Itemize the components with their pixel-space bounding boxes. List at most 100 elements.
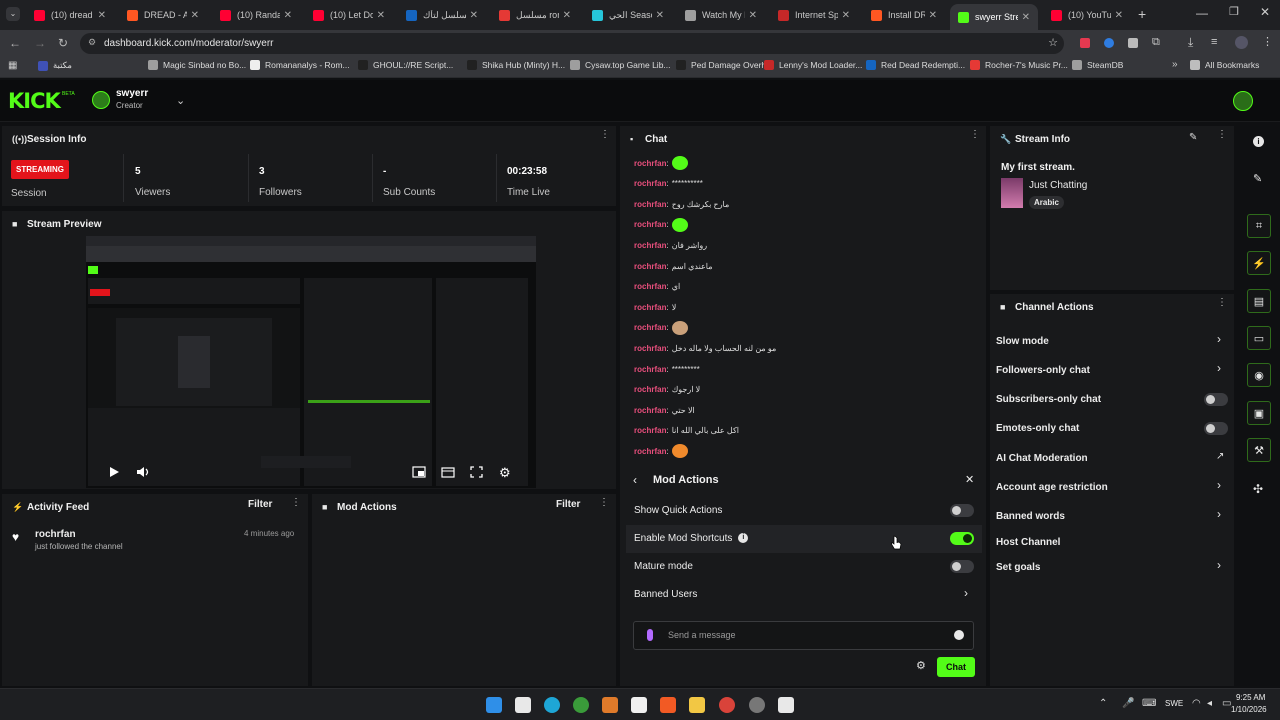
channel-action-row[interactable]: Followers-only chat bbox=[996, 360, 1090, 380]
wifi-icon[interactable]: ◠ bbox=[1192, 698, 1201, 709]
activity-filter-button[interactable]: Filter bbox=[248, 499, 272, 510]
chat-settings-icon[interactable]: ⚙ bbox=[916, 659, 926, 672]
chevron-down-icon[interactable]: ⌄ bbox=[176, 94, 185, 107]
chat-message[interactable]: rochrfan: ********* bbox=[634, 362, 700, 376]
chat-username[interactable]: rochrfan bbox=[634, 303, 666, 312]
microphone-tray-icon[interactable]: 🎤 bbox=[1122, 698, 1134, 709]
show-quick-actions-row[interactable]: Show Quick Actions bbox=[626, 496, 982, 524]
channel-action-toggle[interactable] bbox=[1204, 422, 1228, 435]
mature-mode-row[interactable]: Mature mode bbox=[626, 552, 982, 580]
chat-username[interactable]: rochrfan bbox=[634, 220, 666, 229]
taskbar-app-icon[interactable] bbox=[515, 697, 531, 713]
reload-icon[interactable]: ↻ bbox=[58, 36, 68, 50]
browser-tab[interactable]: Internet Spe ✕ bbox=[770, 4, 858, 26]
chat-input[interactable]: Send a message bbox=[633, 621, 974, 650]
chevron-right-icon[interactable]: › bbox=[1217, 558, 1221, 572]
stream-info-menu-icon[interactable]: ⋮ bbox=[1217, 130, 1227, 140]
chat-username[interactable]: rochrfan bbox=[634, 447, 666, 456]
theater-mode-icon[interactable] bbox=[441, 466, 455, 478]
info-icon[interactable]: i bbox=[1253, 136, 1264, 147]
all-bookmarks[interactable]: All Bookmarks bbox=[1190, 60, 1259, 70]
browser-tab[interactable]: (10) YouTube ✕ bbox=[1043, 4, 1131, 26]
windows-start-icon[interactable] bbox=[486, 697, 502, 713]
activity-user[interactable]: rochrfan bbox=[35, 529, 76, 540]
window-minimize-button[interactable]: — bbox=[1196, 6, 1208, 20]
xbox-icon[interactable] bbox=[573, 697, 589, 713]
channel-action-row[interactable]: Banned words bbox=[996, 506, 1065, 526]
clock-time[interactable]: 9:25 AM bbox=[1236, 693, 1265, 702]
session-info-menu-icon[interactable]: ⋮ bbox=[600, 130, 610, 140]
chat-username[interactable]: rochrfan bbox=[634, 200, 666, 209]
tab-media-icon[interactable]: ≡ bbox=[1211, 36, 1217, 48]
keyboard-icon[interactable]: ⌨ bbox=[1142, 698, 1156, 709]
info-icon[interactable]: i bbox=[738, 533, 749, 543]
bookmark-item[interactable]: Rocher-7's Music Pr... bbox=[970, 60, 1068, 70]
bookmark-item[interactable]: Romananalys - Rom... bbox=[250, 60, 350, 70]
chat-message[interactable]: rochrfan: مارح بكرشك روح bbox=[634, 197, 729, 211]
bookmark-item[interactable]: GHOUL://RE Script... bbox=[358, 60, 453, 70]
category-thumbnail[interactable] bbox=[1001, 178, 1023, 208]
quick-action-document-icon[interactable]: ▤ bbox=[1247, 289, 1271, 313]
chevron-right-icon[interactable]: › bbox=[1217, 332, 1221, 346]
quick-action-chat-icon[interactable]: ▭ bbox=[1247, 326, 1271, 350]
tab-close-icon[interactable]: ✕ bbox=[842, 10, 850, 21]
channel-name[interactable]: swyerr bbox=[116, 88, 148, 99]
channel-action-row[interactable]: Subscribers-only chat bbox=[996, 389, 1101, 409]
chat-username[interactable]: rochrfan bbox=[634, 282, 666, 291]
bookmark-item[interactable]: Red Dead Redempti... bbox=[866, 60, 965, 70]
category-name[interactable]: Just Chatting bbox=[1029, 180, 1087, 191]
bookmark-star-icon[interactable]: ☆ bbox=[1048, 36, 1058, 49]
browser-tab[interactable]: مسلسل لتأك ✕ bbox=[398, 4, 486, 26]
chat-message[interactable]: rochrfan: رواشر فان bbox=[634, 238, 707, 252]
extension-icon[interactable] bbox=[1104, 38, 1114, 48]
chat-message[interactable]: rochrfan: ********** bbox=[634, 177, 703, 191]
back-chevron-icon[interactable]: ‹ bbox=[633, 473, 637, 487]
chat-message[interactable]: rochrfan: اي bbox=[634, 280, 680, 294]
quick-action-broadcast-icon[interactable]: ◉ bbox=[1247, 363, 1271, 387]
chat-message[interactable]: rochrfan: الا حتي bbox=[634, 403, 695, 417]
chat-username[interactable]: rochrfan bbox=[634, 241, 666, 250]
edge-icon[interactable] bbox=[544, 697, 560, 713]
pip-icon[interactable] bbox=[412, 466, 426, 478]
extension-icon[interactable] bbox=[1128, 38, 1138, 48]
chat-username[interactable]: rochrfan bbox=[634, 426, 666, 435]
video-player[interactable]: ⚙ bbox=[86, 236, 536, 488]
tab-close-icon[interactable]: ✕ bbox=[98, 10, 106, 21]
url-field[interactable]: ⚙ dashboard.kick.com/moderator/swyerr ☆ bbox=[80, 33, 1064, 54]
tab-close-icon[interactable]: ✕ bbox=[563, 10, 571, 21]
channel-action-row[interactable]: Slow mode bbox=[996, 331, 1049, 351]
new-tab-button[interactable]: + bbox=[1138, 6, 1146, 22]
chat-message[interactable]: rochrfan: bbox=[634, 156, 688, 170]
chat-message[interactable]: rochrfan: مو من لنه الحساب ولا ماله دخل bbox=[634, 341, 776, 355]
chat-message[interactable]: rochrfan: bbox=[634, 320, 688, 335]
enable-mod-shortcuts-row[interactable]: Enable Mod Shortcuts i bbox=[626, 524, 982, 552]
tab-search-button[interactable]: ⌄ bbox=[6, 7, 20, 21]
browser-tab[interactable]: swyerr Strea ✕ bbox=[950, 4, 1038, 30]
customize-layout-icon[interactable]: ✣ bbox=[1253, 482, 1263, 496]
profile-avatar[interactable] bbox=[1235, 36, 1248, 49]
play-icon[interactable] bbox=[108, 466, 120, 478]
close-icon[interactable]: ✕ bbox=[965, 473, 974, 486]
external-link-icon[interactable]: ↗ bbox=[1216, 451, 1224, 462]
chat-message[interactable]: rochrfan: اكل على بالي الله انا bbox=[634, 424, 739, 438]
mod-actions-menu-icon[interactable]: ⋮ bbox=[599, 498, 609, 508]
bookmark-item[interactable]: Shika Hub (Minty) H... bbox=[467, 60, 565, 70]
quick-action-scan-icon[interactable]: ⌗ bbox=[1247, 214, 1271, 238]
edit-pencil-icon[interactable]: ✎ bbox=[1253, 172, 1262, 185]
browser-menu-icon[interactable]: ⋮ bbox=[1262, 35, 1273, 48]
tray-chevron-icon[interactable]: ⌃ bbox=[1099, 698, 1107, 709]
bookmark-item[interactable]: SteamDB bbox=[1072, 60, 1123, 70]
channel-action-row[interactable]: Host Channel bbox=[996, 532, 1060, 552]
enable-mod-shortcuts-toggle[interactable] bbox=[950, 532, 974, 545]
chat-username[interactable]: rochrfan bbox=[634, 323, 666, 332]
tab-close-icon[interactable]: ✕ bbox=[749, 10, 757, 21]
tab-close-icon[interactable]: ✕ bbox=[656, 10, 664, 21]
chat-username[interactable]: rochrfan bbox=[634, 179, 666, 188]
window-close-button[interactable]: ✕ bbox=[1260, 5, 1270, 19]
channel-action-row[interactable]: AI Chat Moderation bbox=[996, 448, 1088, 468]
file-explorer-icon[interactable] bbox=[689, 697, 705, 713]
quick-action-mod-icon[interactable]: ▣ bbox=[1247, 401, 1271, 425]
tab-close-icon[interactable]: ✕ bbox=[929, 10, 937, 21]
bookmark-item[interactable]: Ped Damage Overh... bbox=[676, 60, 773, 70]
bookmark-item[interactable]: Lenny's Mod Loader... bbox=[764, 60, 862, 70]
